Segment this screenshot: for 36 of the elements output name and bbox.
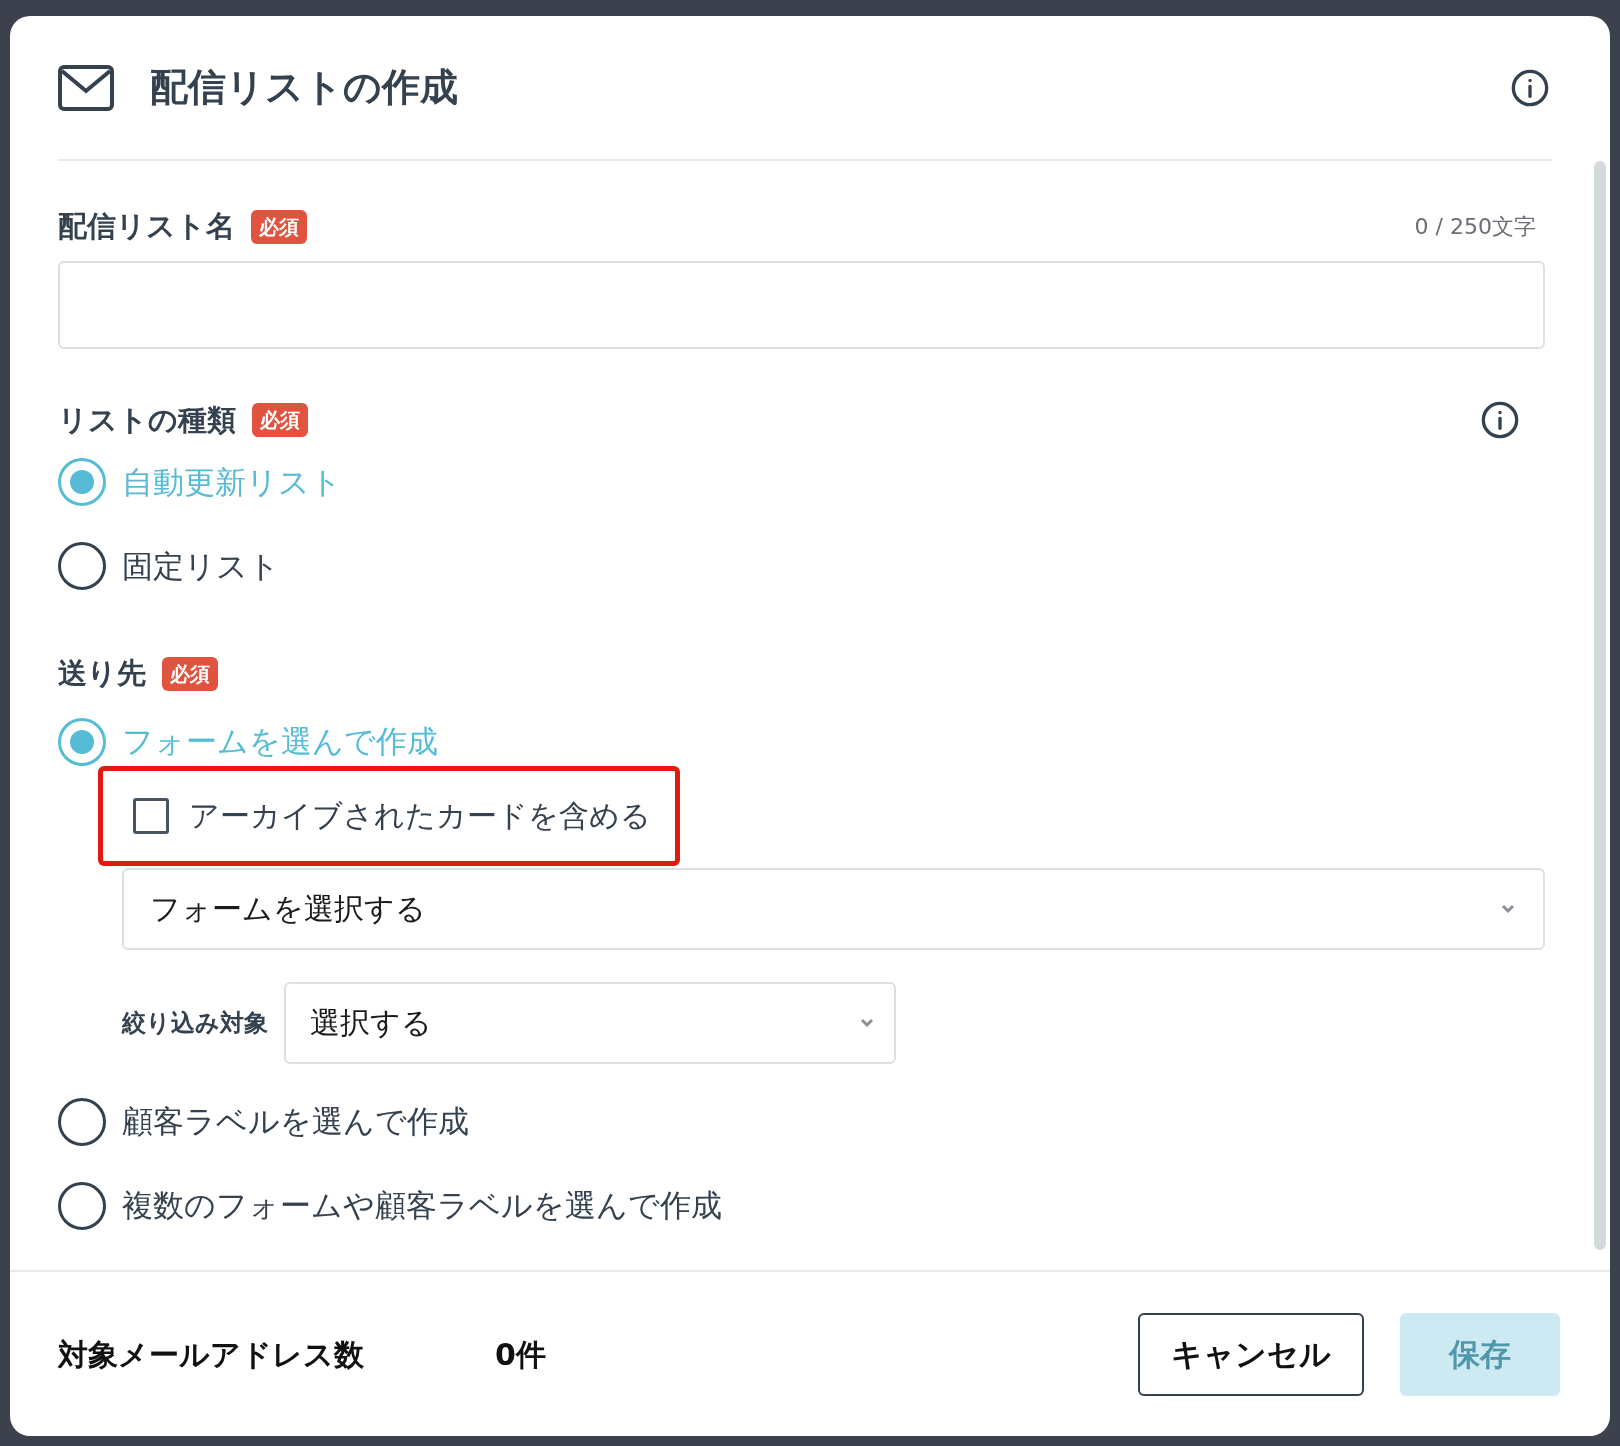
dialog-title: 配信リストの作成 [150, 64, 458, 111]
mail-icon [58, 64, 114, 111]
cancel-button[interactable]: キャンセル [1138, 1312, 1364, 1396]
count-label: 対象メールアドレス数 [58, 1335, 365, 1374]
required-badge: 必須 [252, 403, 308, 438]
radio-button[interactable] [58, 458, 106, 506]
radio-button[interactable] [58, 1097, 106, 1146]
radio-button[interactable] [58, 542, 106, 590]
radio-button[interactable] [58, 1181, 106, 1230]
field-label: 配信リスト名 [58, 208, 235, 245]
checkbox[interactable] [133, 797, 169, 834]
chevron-down-icon [1501, 903, 1515, 914]
character-counter: 0 / 250文字 [1414, 213, 1536, 242]
field-label: 送り先 [58, 655, 146, 692]
radio-label: 顧客ラベルを選んで作成 [122, 1102, 469, 1142]
filter-select[interactable]: 選択する [284, 981, 896, 1064]
radio-option[interactable]: 固定リスト [58, 540, 1552, 592]
required-badge: 必須 [162, 656, 218, 691]
form-select[interactable]: フォームを選択する [122, 867, 1545, 950]
radio-label: 固定リスト [122, 546, 280, 586]
info-icon[interactable] [1510, 67, 1550, 108]
required-badge: 必須 [251, 209, 307, 244]
radio-label: 複数のフォームや顧客ラベルを選んで作成 [122, 1186, 722, 1226]
radio-option[interactable]: 顧客ラベルを選んで作成 [58, 1095, 1552, 1148]
info-icon[interactable] [1480, 400, 1520, 441]
filter-label: 絞り込み対象 [122, 1007, 268, 1039]
count-value: 0件 [495, 1335, 546, 1374]
scrollbar[interactable] [1594, 161, 1606, 1250]
radio-label: フォームを選んで作成 [122, 722, 438, 762]
radio-label: 自動更新リスト [122, 462, 342, 502]
radio-option[interactable]: 複数のフォームや顧客ラベルを選んで作成 [58, 1179, 1552, 1232]
checkbox-label: アーカイブされたカードを含める [189, 797, 651, 835]
chevron-down-icon [860, 1017, 874, 1028]
field-label: リストの種類 [58, 401, 236, 439]
list-name-input[interactable] [58, 260, 1545, 349]
radio-button[interactable] [58, 717, 106, 766]
